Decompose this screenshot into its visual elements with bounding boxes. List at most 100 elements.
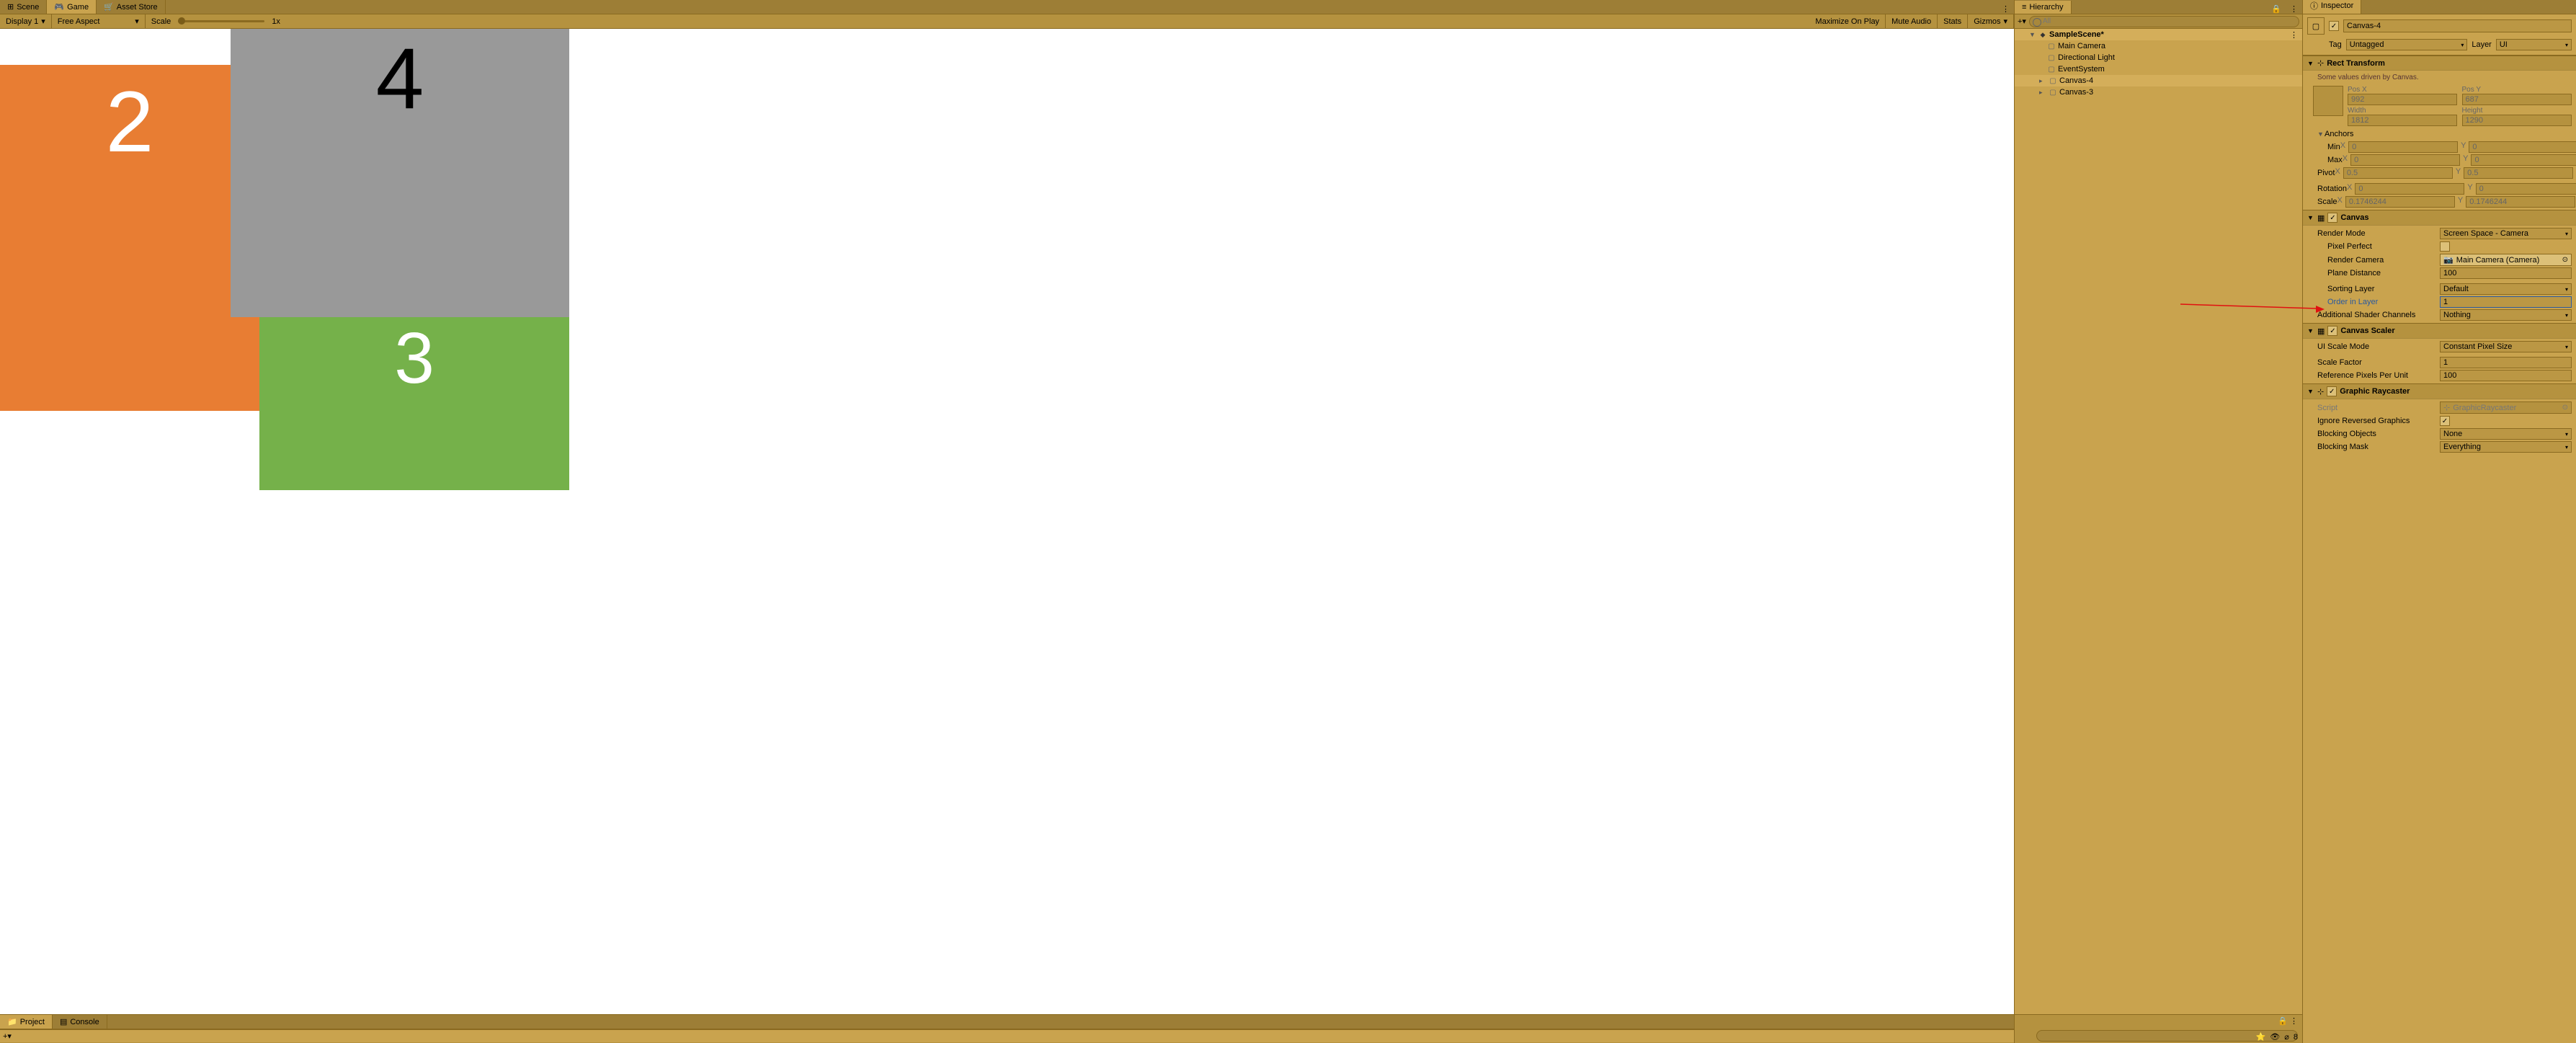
filter-icon[interactable]: ⌀ <box>2284 1032 2289 1042</box>
anchor-preset-button[interactable] <box>2313 86 2343 116</box>
anchor-max-y[interactable] <box>2471 154 2576 166</box>
camera-icon: 📷 <box>2443 255 2454 265</box>
aspect-dropdown[interactable]: Free Aspect▾ <box>52 14 146 28</box>
rect-transform-icon: ⊹ <box>2317 58 2324 68</box>
folder-icon: 📁 <box>7 1017 17 1026</box>
panel-menu-icon[interactable]: ⋮ <box>2286 4 2302 14</box>
canvas-box-2: 2 <box>0 65 259 411</box>
maximize-toggle[interactable]: Maximize On Play <box>1809 14 1886 28</box>
canvas-box-3: 3 <box>259 317 569 490</box>
tree-item-canvas-3[interactable]: ▸Canvas-3 <box>2015 86 2302 98</box>
anchor-max-x[interactable] <box>2350 154 2460 166</box>
tab-console[interactable]: ▤Console <box>53 1015 107 1029</box>
chevron-down-icon: ▾ <box>135 17 139 26</box>
tab-project[interactable]: 📁Project <box>0 1015 53 1029</box>
gameobject-icon <box>2048 76 2058 86</box>
tree-item-canvas-4[interactable]: ▸Canvas-4 <box>2015 75 2302 86</box>
scale-slider[interactable]: Scale 1x <box>146 14 286 28</box>
anchor-min-y[interactable] <box>2469 141 2576 153</box>
scale-y[interactable] <box>2466 196 2575 208</box>
stats-toggle[interactable]: Stats <box>1938 14 1968 28</box>
active-checkbox[interactable] <box>2329 21 2339 31</box>
rotation-y[interactable] <box>2476 183 2576 195</box>
plane-distance-field[interactable] <box>2440 267 2572 279</box>
blocking-objects-dropdown[interactable]: None <box>2440 428 2572 440</box>
tree-item-directional-light[interactable]: Directional Light <box>2015 52 2302 63</box>
tag-dropdown[interactable]: Untagged <box>2346 39 2468 50</box>
hidden-icon[interactable]: 👁 <box>2270 1032 2280 1042</box>
sorting-layer-dropdown[interactable]: Default <box>2440 283 2572 295</box>
tab-game[interactable]: 🎮Game <box>47 0 97 14</box>
project-toolbar: +▾ <box>0 1029 2014 1042</box>
tree-scene-root[interactable]: ▼SampleScene* ⋮ <box>2015 29 2302 40</box>
pivot-y[interactable] <box>2464 167 2573 179</box>
gameobject-icon <box>2046 41 2056 51</box>
tab-scene[interactable]: ⊞Scene <box>0 0 47 14</box>
pos-y-field[interactable] <box>2462 94 2572 105</box>
canvas-enabled-checkbox[interactable] <box>2327 213 2337 223</box>
width-field[interactable] <box>2348 115 2457 126</box>
layer-dropdown[interactable]: UI <box>2496 39 2572 50</box>
lock-icon[interactable]: 🔒 <box>2267 4 2286 14</box>
info-icon: ⓘ <box>2310 0 2318 12</box>
bottom-tab-strip: 📁Project ▤Console <box>0 1015 2014 1029</box>
gameobject-icon <box>2046 64 2056 74</box>
tab-asset-store[interactable]: 🛒Asset Store <box>97 0 166 14</box>
add-dropdown[interactable]: +▾ <box>3 1031 12 1041</box>
console-icon: ▤ <box>60 1017 67 1026</box>
grid-icon: ⊞ <box>7 2 14 12</box>
tab-inspector[interactable]: ⓘInspector <box>2303 0 2361 14</box>
scale-factor-field[interactable] <box>2440 357 2572 368</box>
tab-hierarchy[interactable]: ≡Hierarchy <box>2015 1 2072 14</box>
scale-x[interactable] <box>2345 196 2455 208</box>
display-dropdown[interactable]: Display 1 ▾ <box>0 14 52 28</box>
script-icon: ⊹ <box>2443 403 2450 412</box>
context-menu-icon[interactable]: ⋮ <box>2290 30 2302 40</box>
chevron-down-icon: ▾ <box>41 17 45 26</box>
rotation-x[interactable] <box>2355 183 2464 195</box>
ignore-reversed-checkbox[interactable] <box>2440 416 2450 426</box>
anchor-min-x[interactable] <box>2348 141 2458 153</box>
render-mode-dropdown[interactable]: Screen Space - Camera <box>2440 228 2572 239</box>
hierarchy-tree: ▼SampleScene* ⋮ Main Camera Directional … <box>2015 29 2302 1014</box>
canvas-box-4: 4 <box>231 29 569 317</box>
tree-item-main-camera[interactable]: Main Camera <box>2015 40 2302 52</box>
raycaster-icon: ⊹ <box>2317 387 2324 396</box>
pivot-x[interactable] <box>2343 167 2453 179</box>
script-field: ⊹GraphicRaycaster <box>2440 401 2572 414</box>
blocking-mask-dropdown[interactable]: Everything <box>2440 441 2572 453</box>
ref-pixels-field[interactable] <box>2440 370 2572 381</box>
component-canvas-scaler-header[interactable]: ▼▦ Canvas Scaler <box>2303 323 2576 339</box>
add-dropdown[interactable]: +▾ <box>2018 17 2026 26</box>
cart-icon: 🛒 <box>104 2 114 12</box>
component-graphic-raycaster-header[interactable]: ▼⊹ Graphic Raycaster <box>2303 383 2576 399</box>
order-in-layer-field[interactable] <box>2440 296 2572 308</box>
canvas-scaler-enabled-checkbox[interactable] <box>2327 326 2337 336</box>
pixel-perfect-checkbox[interactable] <box>2440 241 2450 252</box>
ui-scale-mode-dropdown[interactable]: Constant Pixel Size <box>2440 341 2572 352</box>
inspector-tab-strip: ⓘInspector <box>2303 0 2576 14</box>
component-rect-transform-header[interactable]: ▼⊹ Rect Transform <box>2303 56 2576 71</box>
layer-label: Layer <box>2472 40 2492 49</box>
component-canvas-header[interactable]: ▼▦ Canvas <box>2303 210 2576 226</box>
order-in-layer-label: Order in Layer <box>2317 298 2440 306</box>
pos-x-field[interactable] <box>2348 94 2457 105</box>
raycaster-enabled-checkbox[interactable] <box>2327 386 2337 396</box>
mute-audio-toggle[interactable]: Mute Audio <box>1886 14 1938 28</box>
additional-shader-channels-dropdown[interactable]: Nothing <box>2440 309 2572 321</box>
height-field[interactable] <box>2462 115 2572 126</box>
lock-icon[interactable]: 🔒 ⋮ <box>2278 1016 2298 1026</box>
render-camera-field[interactable]: 📷Main Camera (Camera) <box>2440 254 2572 266</box>
tree-item-eventsystem[interactable]: EventSystem <box>2015 63 2302 75</box>
hierarchy-search-input[interactable]: All <box>2029 16 2299 27</box>
panel-menu-icon[interactable]: ⋮ <box>1997 4 2014 14</box>
tag-label: Tag <box>2329 40 2342 49</box>
gamepad-icon: 🎮 <box>54 2 64 12</box>
gameobject-icon <box>2046 53 2056 63</box>
favorite-icon[interactable]: ⭐ <box>2256 1032 2266 1042</box>
game-view: 3 2 4 <box>0 29 2014 1014</box>
chevron-down-icon: ▾ <box>2003 17 2007 26</box>
gizmos-dropdown[interactable]: Gizmos ▾ <box>1968 14 2014 28</box>
object-name-input[interactable] <box>2343 19 2572 32</box>
anchors-foldout[interactable]: Anchors <box>2325 130 2447 138</box>
